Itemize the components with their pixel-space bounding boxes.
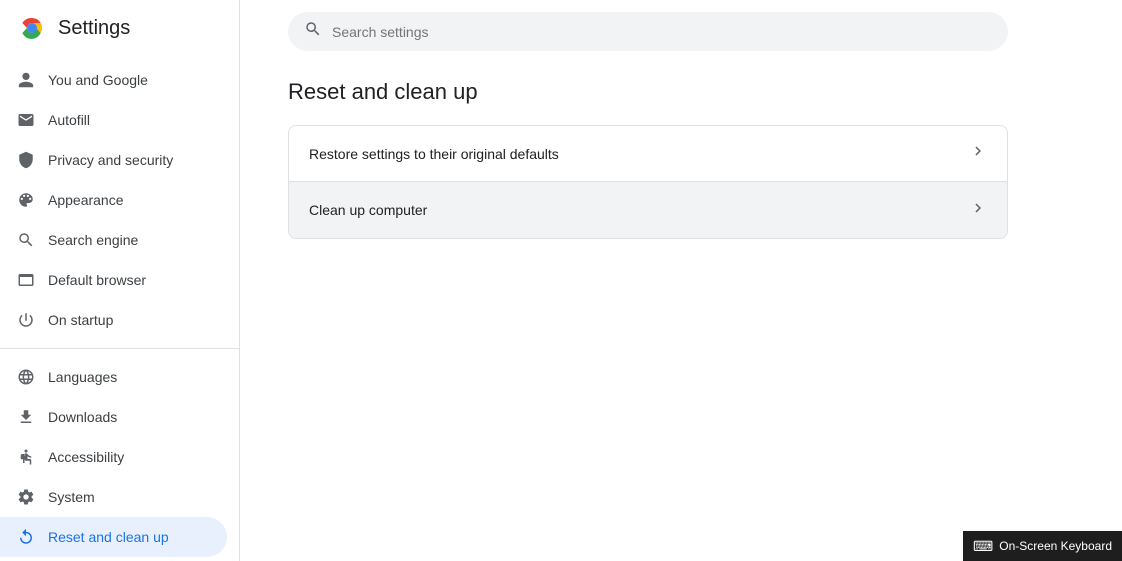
settings-row-restore-defaults[interactable]: Restore settings to their original defau… (289, 126, 1007, 182)
sidebar-item-appearance[interactable]: Appearance (0, 180, 227, 220)
sidebar-label-privacy-security: Privacy and security (48, 152, 173, 168)
restore-defaults-arrow-icon (969, 142, 987, 165)
sidebar-item-on-startup[interactable]: On startup (0, 300, 227, 340)
system-icon (16, 487, 36, 507)
download-icon (16, 407, 36, 427)
person-icon (16, 70, 36, 90)
shield-icon (16, 150, 36, 170)
sidebar-item-system[interactable]: System (0, 477, 227, 517)
palette-icon (16, 190, 36, 210)
autofill-icon (16, 110, 36, 130)
sidebar: Settings You and Google Autofill Privacy… (0, 0, 240, 561)
content-area: Reset and clean up Restore settings to t… (240, 63, 1122, 561)
restore-defaults-label: Restore settings to their original defau… (309, 146, 559, 162)
sidebar-nav: You and Google Autofill Privacy and secu… (0, 56, 239, 561)
sidebar-label-accessibility: Accessibility (48, 449, 124, 465)
settings-row-clean-computer[interactable]: Clean up computer (289, 182, 1007, 238)
power-icon (16, 310, 36, 330)
sidebar-label-languages: Languages (48, 369, 117, 385)
sidebar-item-you-and-google[interactable]: You and Google (0, 60, 227, 100)
sidebar-item-accessibility[interactable]: Accessibility (0, 437, 227, 477)
sidebar-item-autofill[interactable]: Autofill (0, 100, 227, 140)
sidebar-label-on-startup: On startup (48, 312, 113, 328)
sidebar-item-reset-clean[interactable]: Reset and clean up (0, 517, 227, 557)
sidebar-item-downloads[interactable]: Downloads (0, 397, 227, 437)
page-title: Reset and clean up (288, 79, 1074, 105)
sidebar-label-reset-clean: Reset and clean up (48, 529, 169, 545)
taskbar-widget[interactable]: ⌨ On-Screen Keyboard (963, 531, 1122, 561)
sidebar-label-system: System (48, 489, 95, 505)
sidebar-item-default-browser[interactable]: Default browser (0, 260, 227, 300)
sidebar-label-you-and-google: You and Google (48, 72, 148, 88)
sidebar-item-search-engine[interactable]: Search engine (0, 220, 227, 260)
search-bar (288, 12, 1008, 51)
search-bar-container (240, 0, 1122, 63)
search-icon (304, 20, 322, 43)
browser-icon (16, 270, 36, 290)
settings-card: Restore settings to their original defau… (288, 125, 1008, 239)
keyboard-icon: ⌨ (973, 538, 993, 555)
sidebar-item-privacy-security[interactable]: Privacy and security (0, 140, 227, 180)
sidebar-title: Settings (58, 17, 130, 40)
search-input[interactable] (332, 24, 992, 40)
main-content: Reset and clean up Restore settings to t… (240, 0, 1122, 561)
sidebar-header: Settings (0, 0, 239, 56)
globe-icon (16, 367, 36, 387)
sidebar-label-default-browser: Default browser (48, 272, 146, 288)
clean-computer-arrow-icon (969, 199, 987, 222)
clean-computer-label: Clean up computer (309, 202, 427, 218)
sidebar-label-autofill: Autofill (48, 112, 90, 128)
search-engine-icon (16, 230, 36, 250)
sidebar-item-languages[interactable]: Languages (0, 357, 227, 397)
nav-divider-1 (0, 348, 239, 349)
accessibility-icon (16, 447, 36, 467)
taskbar-label: On-Screen Keyboard (999, 539, 1112, 553)
sidebar-label-search-engine: Search engine (48, 232, 138, 248)
sidebar-label-appearance: Appearance (48, 192, 124, 208)
sidebar-label-downloads: Downloads (48, 409, 117, 425)
chrome-logo-icon (16, 12, 48, 44)
reset-icon (16, 527, 36, 547)
